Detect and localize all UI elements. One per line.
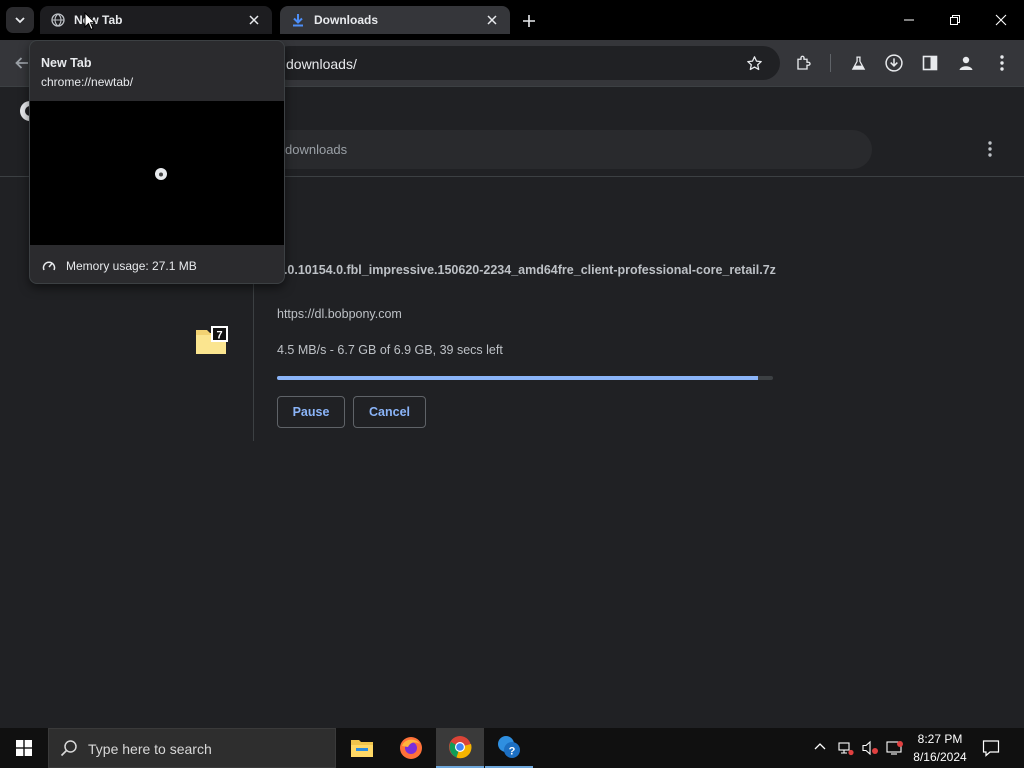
downloads-button[interactable] — [879, 48, 909, 78]
restore-button[interactable] — [932, 0, 978, 40]
show-hidden-icons-button[interactable] — [813, 740, 827, 759]
taskbar-chrome[interactable] — [436, 728, 484, 768]
search-downloads-box[interactable] — [255, 130, 872, 169]
browser-menu-button[interactable] — [987, 48, 1017, 78]
device-display-icon[interactable] — [886, 740, 904, 761]
profile-button[interactable] — [951, 48, 981, 78]
tab-new-tab[interactable]: New Tab — [40, 6, 272, 34]
tab-title: New Tab — [74, 13, 123, 27]
labs-button[interactable] — [843, 48, 873, 78]
network-icon[interactable] — [838, 740, 854, 761]
firefox-icon — [400, 737, 422, 759]
download-icon — [290, 12, 306, 28]
search-icon — [60, 739, 78, 762]
tab-downloads[interactable]: Downloads — [280, 6, 510, 34]
download-circle-icon — [885, 54, 903, 72]
downloads-menu-button[interactable] — [975, 134, 1005, 164]
toolbar-separator — [830, 54, 831, 72]
globe-icon — [50, 12, 66, 28]
download-progress-fill — [277, 376, 759, 380]
download-card-divider — [253, 271, 254, 441]
tab-title: Downloads — [314, 13, 379, 27]
chevron-up-icon — [814, 743, 826, 750]
download-source-url[interactable]: https://dl.bobpony.com — [277, 307, 402, 321]
person-icon — [959, 56, 973, 70]
download-file-name[interactable]: 0.0.10154.0.fbl_impressive.150620-2234_a… — [277, 260, 777, 280]
windows-logo-icon — [16, 740, 32, 756]
back-arrow-icon — [15, 57, 28, 69]
memory-gauge-icon — [42, 259, 56, 278]
mouse-cursor-icon — [84, 11, 97, 36]
close-tab-icon[interactable] — [484, 12, 500, 28]
address-bar-text[interactable]: downloads/ — [286, 56, 357, 72]
svg-text:?: ? — [509, 746, 516, 758]
download-progress-bar — [277, 376, 773, 380]
hover-card-title: New Tab — [41, 56, 92, 70]
bookmark-star-button[interactable] — [739, 48, 769, 78]
minimize-button[interactable] — [886, 0, 932, 40]
restore-icon — [950, 15, 960, 25]
volume-muted-icon[interactable] — [862, 740, 880, 761]
close-tab-icon[interactable] — [246, 12, 262, 28]
tab-search-button[interactable] — [6, 7, 34, 33]
hover-card-url: chrome://newtab/ — [41, 75, 134, 89]
more-vertical-icon — [1000, 55, 1004, 71]
side-panel-icon — [922, 55, 938, 71]
chat-bubble-icon — [982, 740, 1000, 757]
get-help-icon: ? — [498, 736, 520, 758]
new-tab-button[interactable] — [518, 10, 540, 32]
plus-icon — [523, 15, 535, 27]
puzzle-piece-icon — [797, 55, 811, 70]
hover-card-memory: Memory usage: 27.1 MB — [66, 259, 197, 273]
search-downloads-input[interactable]: downloads — [285, 142, 347, 157]
side-panel-button[interactable] — [915, 48, 945, 78]
cancel-button[interactable]: Cancel — [353, 396, 426, 428]
taskbar-file-explorer[interactable] — [338, 728, 386, 768]
start-button[interactable] — [0, 728, 48, 768]
taskbar-clock-time[interactable]: 8:27 PM — [912, 732, 968, 746]
taskbar-get-help[interactable]: ? — [485, 728, 533, 768]
preview-logo-icon — [154, 167, 168, 186]
taskbar-firefox[interactable] — [387, 728, 435, 768]
tab-strip: New Tab Downloads — [0, 0, 1024, 40]
file-explorer-icon — [351, 740, 373, 757]
taskbar-clock-date[interactable]: 8/16/2024 — [908, 750, 972, 764]
star-icon — [746, 55, 762, 70]
7z-archive-icon: 7 — [196, 326, 228, 359]
pause-button[interactable]: Pause — [277, 396, 345, 428]
extensions-button[interactable] — [789, 48, 819, 78]
close-icon — [995, 14, 1007, 26]
download-status-text: 4.5 MB/s - 6.7 GB of 6.9 GB, 39 secs lef… — [277, 343, 503, 357]
taskbar-search-input[interactable]: Type here to search — [88, 741, 212, 757]
svg-text:7: 7 — [216, 330, 222, 342]
chevron-down-icon — [15, 17, 25, 24]
notifications-button[interactable] — [982, 739, 1000, 762]
chrome-icon — [449, 736, 472, 759]
flask-icon — [851, 55, 865, 70]
tab-hover-card: New Tab chrome://newtab/ Memory usage: 2… — [29, 40, 285, 284]
more-vertical-icon — [988, 141, 992, 157]
close-window-button[interactable] — [978, 0, 1024, 40]
hover-card-preview — [30, 101, 284, 245]
minimize-icon — [904, 19, 914, 21]
windows-taskbar: Type here to search ? 8:27 PM 8/16/2024 — [0, 728, 1024, 768]
